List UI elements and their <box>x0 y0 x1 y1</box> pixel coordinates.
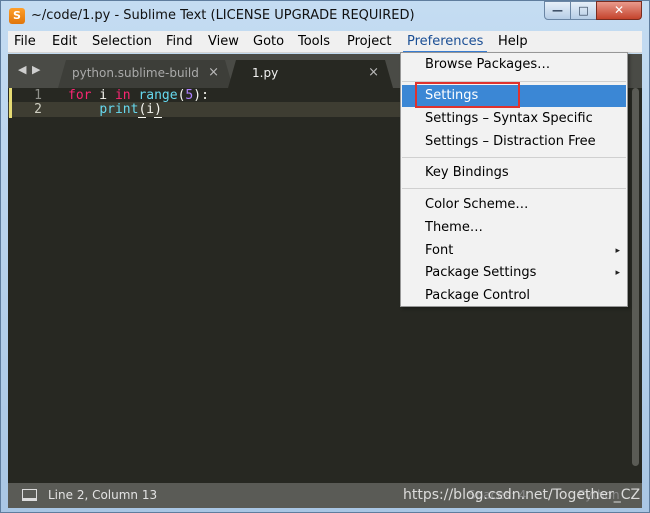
tab-nav-right-icon[interactable]: ▶ <box>32 63 40 76</box>
title-bar: S ~/code/1.py - Sublime Text (LICENSE UP… <box>1 1 649 31</box>
vertical-scrollbar[interactable] <box>631 88 639 466</box>
maximize-icon: □ <box>578 4 589 17</box>
menu-view[interactable]: View <box>204 31 243 53</box>
menu-item-color-scheme[interactable]: Color Scheme… <box>402 194 626 216</box>
menu-item-label: Package Settings <box>425 265 537 280</box>
menu-item-key-bindings[interactable]: Key Bindings <box>402 162 626 184</box>
submenu-arrow-icon: ▸ <box>615 268 620 278</box>
window-title: ~/code/1.py - Sublime Text (LICENSE UPGR… <box>31 8 415 23</box>
variable-token: i <box>146 102 155 117</box>
builtin-token: print <box>99 102 139 117</box>
menu-item-settings-syntax-specific[interactable]: Settings – Syntax Specific <box>402 108 626 130</box>
menu-tools[interactable]: Tools <box>294 31 334 53</box>
menu-item-browse-packages[interactable]: Browse Packages… <box>402 54 626 76</box>
menu-project[interactable]: Project <box>343 31 395 53</box>
menu-item-package-control[interactable]: Package Control <box>402 285 626 307</box>
menu-item-package-settings[interactable]: Package Settings ▸ <box>402 262 626 284</box>
menu-file[interactable]: File <box>10 31 40 53</box>
cursor-position: Line 2, Column 13 <box>48 488 158 502</box>
line-number: 2 <box>34 102 42 117</box>
menu-bar: File Edit Selection Find View Goto Tools… <box>8 31 642 53</box>
menu-item-font[interactable]: Font ▸ <box>402 240 626 262</box>
menu-separator <box>402 157 626 158</box>
status-bar: Line 2, Column 13 Spaces: 4 Python https… <box>8 483 642 508</box>
close-icon: ✕ <box>613 3 625 17</box>
line-gutter: 1 2 <box>8 88 60 483</box>
tab-label: 1.py <box>252 66 279 80</box>
submenu-arrow-icon: ▸ <box>615 246 620 256</box>
tab-python-sublime-build[interactable]: python.sublime-build × <box>58 60 233 88</box>
tab-close-icon[interactable]: × <box>208 60 219 86</box>
maximize-button[interactable]: □ <box>570 1 597 20</box>
tab-close-icon[interactable]: × <box>368 60 379 86</box>
menu-item-settings-distraction-free[interactable]: Settings – Distraction Free <box>402 131 626 153</box>
menu-item-theme[interactable]: Theme… <box>402 217 626 239</box>
keyword-token: for <box>68 88 92 103</box>
menu-separator <box>402 188 626 189</box>
minimize-button[interactable]: — <box>544 1 571 20</box>
paren-token: ): <box>193 88 209 103</box>
menu-preferences[interactable]: Preferences <box>403 31 488 53</box>
minimize-icon: — <box>552 4 563 17</box>
code-line[interactable]: print(i) <box>68 102 162 118</box>
menu-item-settings[interactable]: Settings <box>402 85 626 107</box>
scrollbar-thumb[interactable] <box>632 88 639 466</box>
watermark-text: https://blog.csdn.net/Together_CZ <box>403 487 641 503</box>
code-line[interactable]: for i in range(5): <box>68 88 209 103</box>
paren-token: ) <box>154 102 162 118</box>
tab-1-py[interactable]: 1.py × <box>228 60 393 88</box>
sublime-app-icon: S <box>9 8 25 24</box>
menu-selection[interactable]: Selection <box>88 31 156 53</box>
menu-separator <box>402 81 626 82</box>
line-number: 1 <box>34 88 42 103</box>
menu-item-label: Font <box>425 243 454 258</box>
menu-find[interactable]: Find <box>162 31 197 53</box>
indent-token <box>68 102 99 117</box>
menu-goto[interactable]: Goto <box>249 31 288 53</box>
preferences-dropdown: Browse Packages… Settings Settings – Syn… <box>400 52 628 307</box>
console-panel-icon[interactable] <box>22 489 37 501</box>
variable-token: i <box>91 88 115 103</box>
close-window-button[interactable]: ✕ <box>596 1 642 20</box>
tab-label: python.sublime-build <box>72 66 199 80</box>
tab-nav-left-icon[interactable]: ◀ <box>18 63 26 76</box>
menu-help[interactable]: Help <box>494 31 532 53</box>
menu-edit[interactable]: Edit <box>48 31 81 53</box>
builtin-token: range <box>138 88 178 103</box>
keyword-token: in <box>114 88 131 103</box>
